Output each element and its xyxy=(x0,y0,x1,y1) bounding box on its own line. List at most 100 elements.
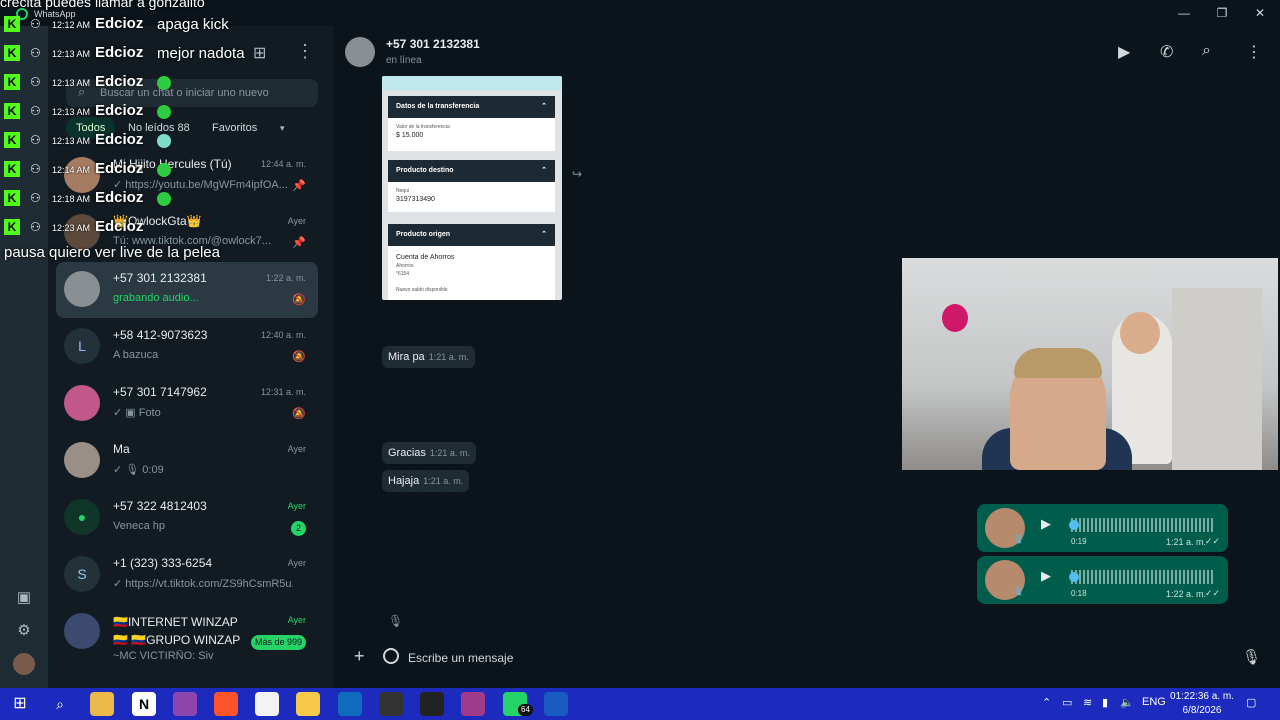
voice-message[interactable]: 🎙 ▶ 0:18 1:22 a. m. ✓✓ xyxy=(977,556,1228,604)
webcam-person-hair xyxy=(1014,348,1102,378)
chat-row[interactable]: ● +57 322 4812403 Ayer Veneca hp 2 xyxy=(56,490,318,546)
receipt-account: *6154 xyxy=(396,271,410,277)
incoming-message[interactable]: Gracias 1:21 a. m. xyxy=(382,442,476,464)
webcam-flowers xyxy=(942,304,968,332)
contact-avatar[interactable] xyxy=(345,37,375,67)
avatar: S xyxy=(64,556,100,592)
battery-icon[interactable]: ▮ xyxy=(1102,696,1108,709)
receipt-value: $ 15.000 xyxy=(396,132,424,139)
sticky-notes-icon[interactable] xyxy=(296,692,320,716)
chat-time: Ayer xyxy=(287,444,306,454)
kick-icon: K xyxy=(4,190,20,206)
playback-handle[interactable] xyxy=(1069,572,1079,582)
mute-icon: 🔕 xyxy=(292,351,306,363)
streaming-app-icon[interactable] xyxy=(379,692,403,716)
chevron-up-icon[interactable]: ⌃ xyxy=(1042,696,1051,709)
network-icon[interactable]: ▭ xyxy=(1062,696,1072,709)
receipt-label: Valor de la transferencia xyxy=(396,124,450,130)
receipt-card-title: Datos de la transferencia ⌃ xyxy=(388,96,555,118)
chat-row[interactable]: 🇨🇴INTERNET WINZAP🇨🇴 🇨🇴GRUPO WINZAP ... A… xyxy=(56,604,318,668)
maximize-button[interactable]: ❐ xyxy=(1205,4,1239,22)
receipt-card: Producto destino ⌃ Nequi 3197313490 xyxy=(388,160,555,212)
wifi-icon[interactable]: ≋ xyxy=(1083,696,1092,709)
notion-icon[interactable]: N xyxy=(132,692,156,716)
emote-icon xyxy=(157,105,171,119)
play-icon[interactable]: ▶ xyxy=(1041,516,1051,532)
chat-row[interactable]: +57 301 7147962 12:31 a. m. ✓ ▣ Foto 🔕 xyxy=(56,376,318,432)
waveform[interactable] xyxy=(1071,570,1213,584)
chat-preview: ✓ https://vt.tiktok.com/ZS9hCsmR5u... xyxy=(113,578,293,590)
message-text: Hajaja xyxy=(388,475,420,487)
search-icon[interactable]: ⌕ xyxy=(1202,42,1211,60)
app-icon[interactable] xyxy=(461,692,485,716)
chat-row[interactable]: L +58 412-9073623 12:40 a. m. A bazuca 🔕 xyxy=(56,319,318,375)
chat-preview: ✓ 🎙 0:09 xyxy=(113,464,164,476)
double-check-icon: ✓✓ xyxy=(1204,536,1220,546)
chat-row-selected[interactable]: +57 301 2132381 1:22 a. m. grabando audi… xyxy=(56,262,318,318)
windows-start-icon[interactable]: ⊞ xyxy=(8,692,32,716)
waveform[interactable] xyxy=(1071,518,1213,532)
play-icon[interactable]: ▶ xyxy=(1041,568,1051,584)
voice-message[interactable]: 🎙 ▶ 0:19 1:21 a. m. ✓✓ xyxy=(977,504,1228,552)
message-input[interactable] xyxy=(408,648,1188,668)
playback-handle[interactable] xyxy=(1069,520,1079,530)
obs-icon[interactable] xyxy=(420,692,444,716)
video-call-icon[interactable]: ▶ xyxy=(1118,42,1130,62)
minimize-button[interactable]: — xyxy=(1167,4,1201,22)
incoming-message[interactable]: Hajaja 1:21 a. m. xyxy=(382,470,470,492)
phone-icon[interactable]: ✆ xyxy=(1160,42,1173,62)
attach-plus-icon[interactable]: + xyxy=(354,646,365,667)
forward-icon[interactable]: ↪ xyxy=(572,167,582,181)
chat-preview: Veneca hp xyxy=(113,520,165,532)
emote-icon xyxy=(157,192,171,206)
chevron-up-icon: ⌃ xyxy=(541,167,547,174)
image-message[interactable]: Datos de la transferencia ⌃ Valor de la t… xyxy=(382,76,562,300)
chat-time: 1:22 a. m. xyxy=(265,273,306,283)
overlay-message: mejor nadota xyxy=(157,45,245,62)
language-indicator[interactable]: ENG xyxy=(1142,696,1166,708)
chat-preview: ~MC VICTIRÑO: Siv xyxy=(113,650,214,662)
overlay-time: 12:23 AM xyxy=(52,223,91,233)
avatar xyxy=(64,271,100,307)
word-icon[interactable] xyxy=(544,692,568,716)
conversation-header[interactable]: +57 301 2132381 en línea ▶ ✆ ⌕ ⋮ xyxy=(334,26,1280,78)
menu-icon[interactable]: ⋮ xyxy=(1246,42,1262,62)
emote-icon xyxy=(157,163,171,177)
store-icon[interactable] xyxy=(255,692,279,716)
overlay-user: Edcioz xyxy=(95,160,144,177)
voice-time: 1:22 a. m. xyxy=(1165,589,1206,599)
profile-avatar[interactable] xyxy=(13,653,35,675)
notification-icon[interactable]: ▢ xyxy=(1246,696,1256,709)
receipt-card-title: Producto destino ⌃ xyxy=(388,160,555,182)
kick-icon: K xyxy=(4,103,20,119)
close-button[interactable]: ✕ xyxy=(1243,4,1277,22)
app-icon[interactable] xyxy=(173,692,197,716)
system-clock[interactable]: 01:22:36 a. m. 6/8/2026 xyxy=(1164,690,1240,718)
receipt-title-text: Producto destino xyxy=(396,167,454,174)
message-text: Mira pa xyxy=(388,351,425,363)
kick-icon: K xyxy=(4,132,20,148)
receipt-strip xyxy=(382,76,562,90)
edge-icon[interactable] xyxy=(338,692,362,716)
media-icon[interactable]: ▣ xyxy=(13,587,35,609)
chat-row[interactable]: S +1 (323) 333-6254 Ayer ✓ https://vt.ti… xyxy=(56,547,318,603)
mic-icon: 🎙 xyxy=(1013,534,1025,544)
brave-icon[interactable] xyxy=(214,692,238,716)
chat-row[interactable]: Ma Ayer ✓ 🎙 0:09 xyxy=(56,433,318,489)
emote-icon xyxy=(157,134,171,148)
chat-name: Ma xyxy=(113,442,130,456)
voice-record-icon[interactable]: 🎙 xyxy=(1242,648,1261,666)
chevron-up-icon: ⌃ xyxy=(541,103,547,110)
voice-duration: 0:19 xyxy=(1071,537,1087,546)
person-icon: ⚇ xyxy=(30,162,41,176)
windows-taskbar: ⊞ ⌕ N 64 ⌃ ▭ ≋ ▮ 🔈 ENG 01:22:36 a. m. 6/… xyxy=(0,688,1280,720)
emoji-icon[interactable] xyxy=(383,648,399,664)
webcam-person-back-head xyxy=(1120,312,1160,354)
avatar xyxy=(64,442,100,478)
incoming-message[interactable]: Mira pa 1:21 a. m. xyxy=(382,346,475,368)
file-explorer-icon[interactable] xyxy=(90,692,114,716)
gear-icon[interactable]: ⚙ xyxy=(13,620,35,642)
search-icon[interactable]: ⌕ xyxy=(48,692,72,716)
voice-duration: 0:18 xyxy=(1071,589,1087,598)
volume-icon[interactable]: 🔈 xyxy=(1120,696,1134,709)
